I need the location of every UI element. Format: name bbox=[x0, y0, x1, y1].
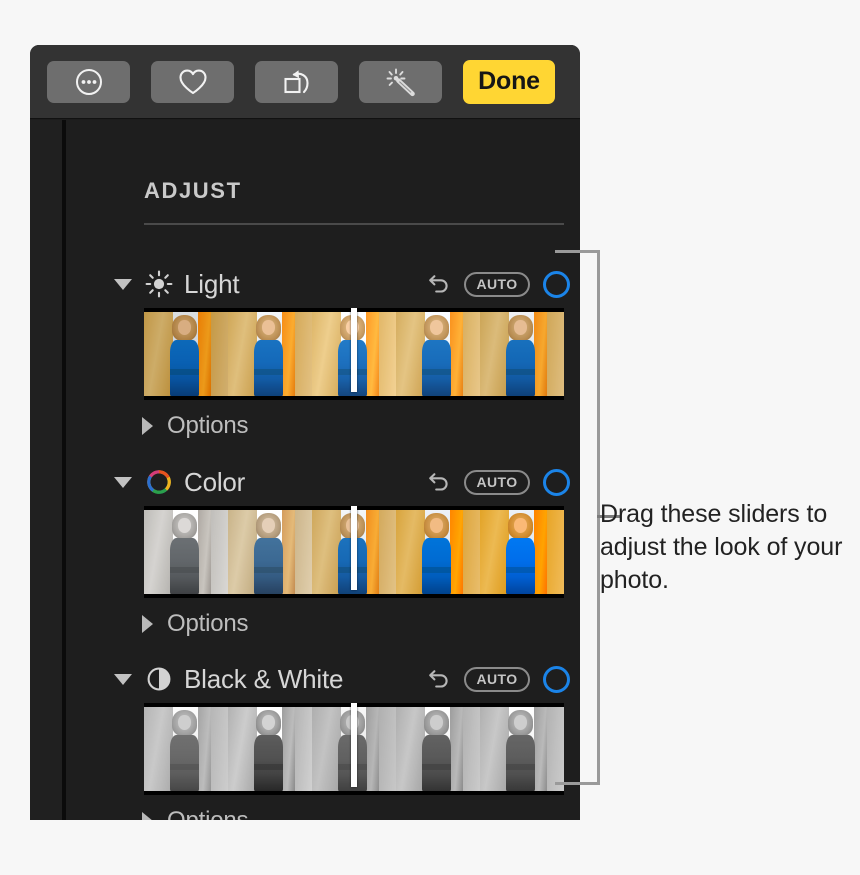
section-label-color: Color bbox=[184, 466, 246, 497]
auto-button-black-and-white[interactable]: AUTO bbox=[464, 666, 530, 692]
filmstrip-frame[interactable] bbox=[396, 312, 480, 396]
photo-thumbnail bbox=[144, 510, 228, 594]
circle-ellipsis-icon bbox=[74, 67, 104, 97]
photo-thumbnail bbox=[396, 707, 480, 791]
filmstrip-slider-light[interactable] bbox=[144, 308, 564, 400]
done-button[interactable]: Done bbox=[463, 59, 555, 104]
options-row-light[interactable]: Options bbox=[66, 402, 580, 450]
adjust-section-color: Color AUTO Options bbox=[66, 458, 580, 648]
filmstrip-frame[interactable] bbox=[396, 707, 480, 791]
editor-toolbar: Done bbox=[30, 45, 580, 119]
section-header-black-and-white[interactable]: Black & White AUTO bbox=[66, 655, 580, 703]
section-header-light[interactable]: Light AUTO bbox=[66, 260, 580, 308]
auto-button-light[interactable]: AUTO bbox=[464, 271, 530, 297]
callout-bottom-arm bbox=[555, 782, 600, 785]
section-label-light: Light bbox=[184, 268, 240, 299]
filmstrip-frame[interactable] bbox=[480, 312, 564, 396]
options-row-color[interactable]: Options bbox=[66, 600, 580, 648]
chevron-down-icon[interactable] bbox=[114, 278, 132, 290]
photo-thumbnail bbox=[480, 312, 564, 396]
filmstrip-frame[interactable] bbox=[228, 707, 312, 791]
photo-thumbnail bbox=[228, 707, 312, 791]
header-divider bbox=[144, 223, 564, 225]
filmstrip-frame[interactable] bbox=[144, 510, 228, 594]
section-label-black-and-white: Black & White bbox=[184, 663, 344, 694]
options-row-black-and-white[interactable]: Options bbox=[66, 797, 580, 820]
more-options-button[interactable] bbox=[47, 60, 130, 103]
favorite-button[interactable] bbox=[151, 60, 234, 103]
filmstrip-frame[interactable] bbox=[396, 510, 480, 594]
annotation-text: Drag these sliders to adjust the look of… bbox=[600, 500, 843, 594]
heart-icon bbox=[177, 67, 209, 97]
adjust-section-light: Light AUTO Options bbox=[66, 260, 580, 450]
page-title: ADJUST bbox=[144, 178, 242, 203]
section-controls-black-and-white: AUTO bbox=[427, 655, 570, 703]
adjust-panel-content: ADJUST Light AUTO Options Color AUTO Opt… bbox=[66, 120, 580, 820]
options-label-black-and-white: Options bbox=[167, 807, 249, 820]
magic-wand-icon bbox=[385, 67, 417, 97]
filmstrip-frame[interactable] bbox=[480, 510, 564, 594]
slider-handle-black-and-white[interactable] bbox=[351, 703, 357, 787]
rotate-button[interactable] bbox=[255, 60, 338, 103]
chevron-down-icon[interactable] bbox=[114, 673, 132, 685]
rotate-counterclockwise-icon bbox=[281, 67, 313, 97]
callout-top-arm bbox=[555, 250, 600, 253]
revert-icon[interactable] bbox=[427, 470, 451, 494]
chevron-right-icon[interactable] bbox=[142, 812, 153, 820]
revert-icon[interactable] bbox=[427, 272, 451, 296]
filmstrip-frame[interactable] bbox=[144, 312, 228, 396]
auto-button-color[interactable]: AUTO bbox=[464, 469, 530, 495]
filmstrip-frame[interactable] bbox=[228, 510, 312, 594]
section-controls-light: AUTO bbox=[427, 260, 570, 308]
photo-thumbnail bbox=[228, 312, 312, 396]
filmstrip-slider-color[interactable] bbox=[144, 506, 564, 598]
panel-left-rail bbox=[30, 120, 62, 820]
filmstrip-slider-black-and-white[interactable] bbox=[144, 703, 564, 795]
options-label-color: Options bbox=[167, 610, 249, 637]
photo-thumbnail bbox=[480, 510, 564, 594]
chevron-down-icon[interactable] bbox=[114, 476, 132, 488]
revert-icon[interactable] bbox=[427, 667, 451, 691]
chevron-right-icon[interactable] bbox=[142, 417, 153, 435]
adjust-section-black-and-white: Black & White AUTO Options bbox=[66, 655, 580, 820]
photo-thumbnail bbox=[396, 510, 480, 594]
photo-thumbnail bbox=[144, 312, 228, 396]
slider-handle-light[interactable] bbox=[351, 308, 357, 392]
auto-enhance-button[interactable] bbox=[359, 60, 442, 103]
photo-thumbnail bbox=[144, 707, 228, 791]
contrast-circle-icon bbox=[145, 665, 184, 693]
slider-handle-color[interactable] bbox=[351, 506, 357, 590]
filmstrip-frame[interactable] bbox=[228, 312, 312, 396]
photo-thumbnail bbox=[396, 312, 480, 396]
sun-icon bbox=[145, 270, 184, 298]
options-label-light: Options bbox=[167, 412, 249, 439]
filmstrip-frame[interactable] bbox=[144, 707, 228, 791]
photo-editor-panel: Done ADJUST Light AUTO Options Color AUT… bbox=[30, 45, 580, 820]
section-header-color[interactable]: Color AUTO bbox=[66, 458, 580, 506]
color-wheel-icon bbox=[145, 468, 184, 496]
photo-thumbnail bbox=[480, 707, 564, 791]
filmstrip-frame[interactable] bbox=[480, 707, 564, 791]
section-controls-color: AUTO bbox=[427, 458, 570, 506]
chevron-right-icon[interactable] bbox=[142, 615, 153, 633]
photo-thumbnail bbox=[228, 510, 312, 594]
